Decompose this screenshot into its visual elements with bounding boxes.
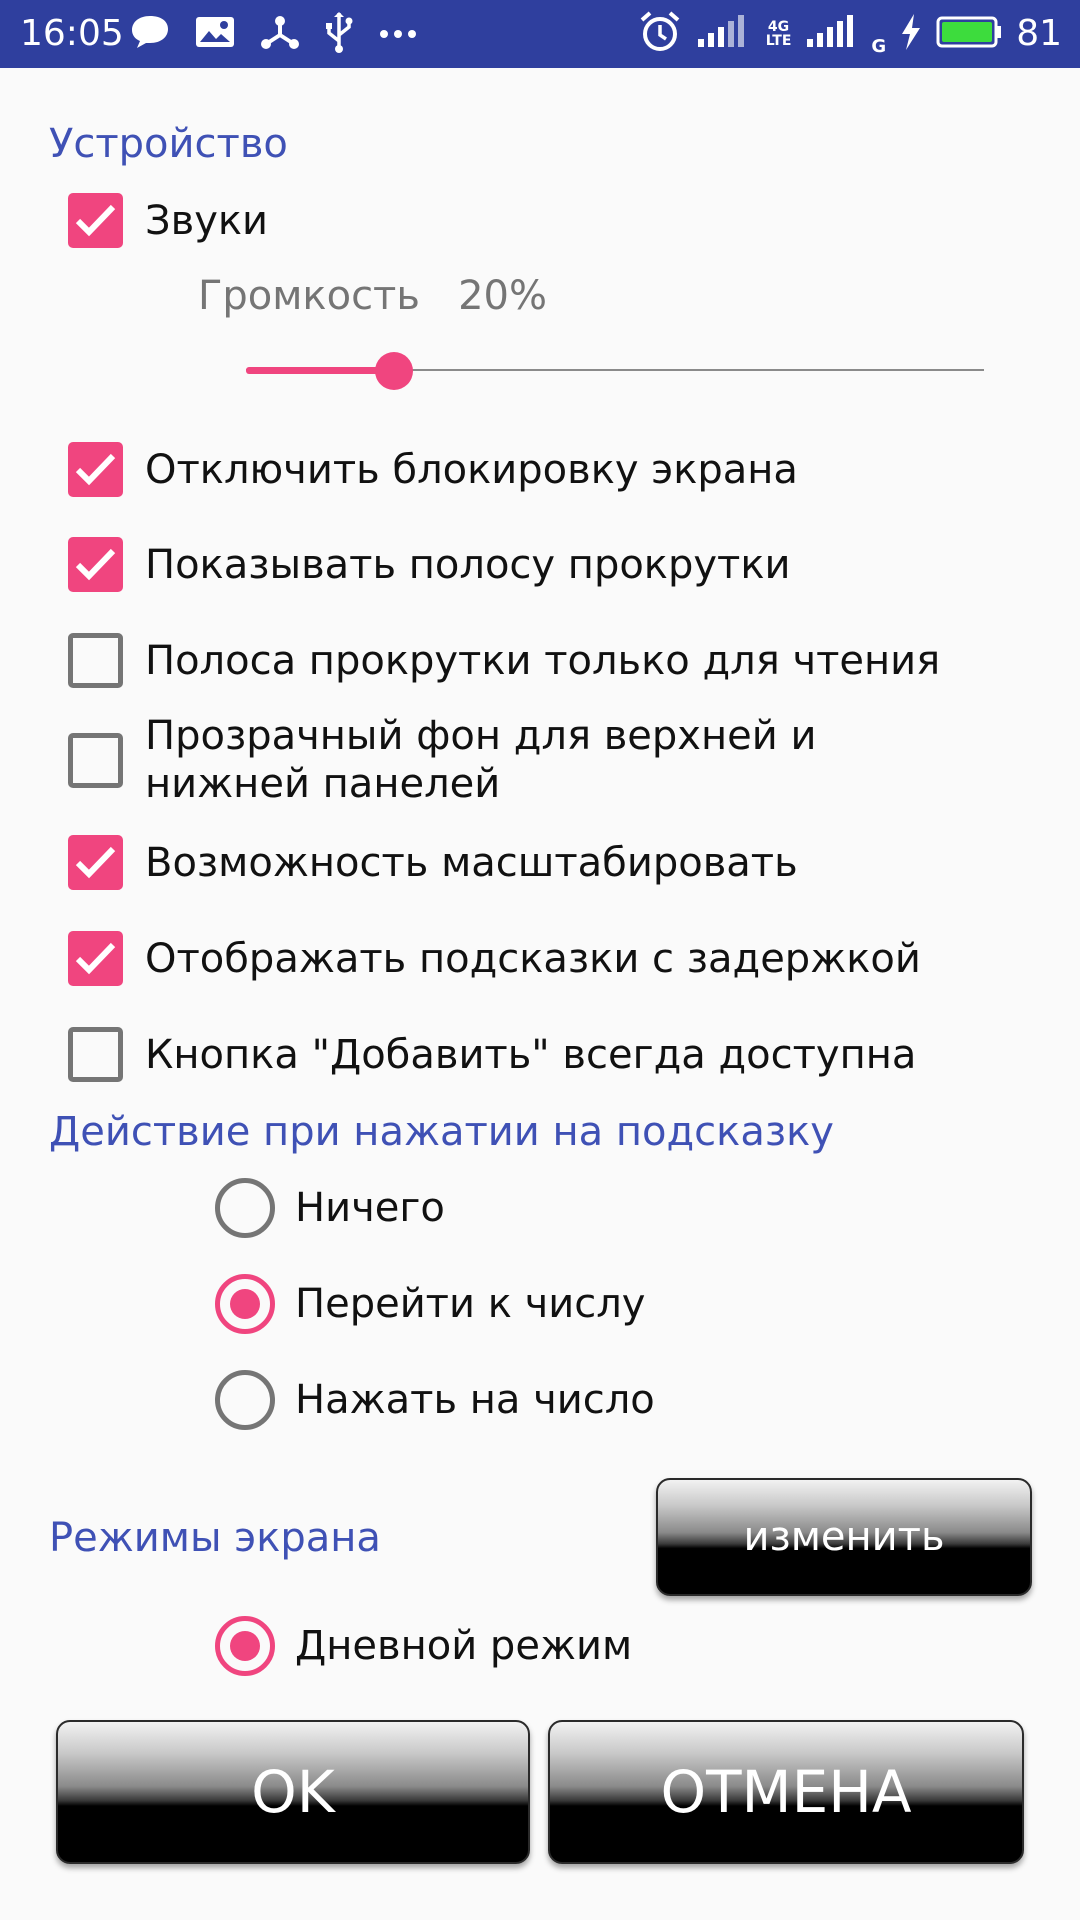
radio-label: Ничего — [295, 1185, 445, 1231]
radio-row-day-mode[interactable]: Дневной режим — [215, 1616, 632, 1676]
option-checkbox[interactable] — [68, 633, 123, 688]
battery-icon — [936, 14, 1002, 54]
network-label-bottom: LTE — [765, 33, 792, 49]
option-label: Полоса прокрутки только для чтения — [145, 637, 941, 684]
radio-row-nothing[interactable]: Ничего — [215, 1178, 445, 1238]
radio-row-go-to-number[interactable]: Перейти к числу — [215, 1274, 645, 1334]
network-label-top: 4G — [767, 19, 790, 35]
option-label: Отображать подсказки с задержкой — [145, 935, 921, 982]
chat-bubble-icon — [130, 14, 170, 54]
radio-button[interactable] — [215, 1178, 275, 1238]
sounds-label: Звуки — [145, 197, 269, 244]
radio-button[interactable] — [215, 1274, 275, 1334]
option-label: Возможность масштабировать — [145, 839, 798, 886]
notification-icons — [130, 11, 418, 57]
slider-fill — [246, 367, 394, 374]
system-icons: 4G LTE G 81 — [638, 10, 1062, 58]
radio-label: Дневной режим — [295, 1623, 633, 1669]
option-checkbox[interactable] — [68, 1027, 123, 1082]
section-title-screen-modes: Режимы экрана — [49, 1515, 381, 1561]
change-mode-button[interactable]: изменить — [656, 1478, 1032, 1596]
volume-title: Громкость — [198, 273, 420, 319]
option-label: Показывать полосу прокрутки — [145, 541, 791, 588]
option-checkbox[interactable] — [68, 442, 123, 497]
signal-icon — [805, 15, 857, 53]
radio-button[interactable] — [215, 1370, 275, 1430]
volume-label: Громкость 20% — [198, 272, 547, 320]
option-label: Прозрачный фон для верхней и нижней пане… — [145, 713, 817, 807]
volume-slider[interactable] — [246, 350, 984, 392]
section-title-device: Устройство — [49, 121, 288, 167]
option-checkbox[interactable] — [68, 537, 123, 592]
network-type: 4G LTE — [766, 20, 792, 48]
option-label: Отключить блокировку экрана — [145, 446, 798, 493]
network-label-g: G — [871, 36, 887, 57]
radio-label: Нажать на число — [295, 1377, 655, 1423]
option-row-disable-lock[interactable]: Отключить блокировку экрана — [68, 442, 798, 497]
status-time: 16:05 — [20, 13, 124, 54]
option-row-hints-delay[interactable]: Отображать подсказки с задержкой — [68, 931, 921, 986]
option-row-show-scrollbar[interactable]: Показывать полосу прокрутки — [68, 537, 791, 592]
option-row-zoom[interactable]: Возможность масштабировать — [68, 835, 798, 890]
usb-icon — [324, 11, 354, 57]
option-row-transparent-panels[interactable]: Прозрачный фон для верхней и нижней пане… — [68, 712, 965, 808]
section-title-hint-action: Действие при нажатии на подсказку — [49, 1109, 834, 1155]
option-checkbox[interactable] — [68, 931, 123, 986]
radio-row-press-number[interactable]: Нажать на число — [215, 1370, 655, 1430]
battery-level: 81 — [1016, 13, 1062, 54]
sounds-checkbox[interactable] — [68, 193, 123, 248]
charging-icon — [900, 12, 922, 56]
status-bar: 16:05 4G LTE G 81 — [0, 0, 1080, 68]
more-dots-icon — [378, 25, 418, 44]
sounds-checkbox-row[interactable]: Звуки — [68, 193, 268, 248]
option-label: Кнопка "Добавить" всегда доступна — [145, 1031, 917, 1078]
option-row-scrollbar-read-only[interactable]: Полоса прокрутки только для чтения — [68, 633, 940, 688]
alarm-icon — [638, 10, 682, 58]
volume-value: 20% — [458, 273, 547, 319]
ok-button[interactable]: OK — [56, 1720, 530, 1864]
radio-button[interactable] — [215, 1616, 275, 1676]
radio-label: Перейти к числу — [295, 1281, 646, 1327]
option-checkbox[interactable] — [68, 835, 123, 890]
option-row-add-button[interactable]: Кнопка "Добавить" всегда доступна — [68, 1027, 916, 1082]
slider-thumb[interactable] — [375, 352, 413, 390]
option-checkbox[interactable] — [68, 732, 123, 788]
share-icon — [260, 13, 300, 55]
signal-icon — [696, 15, 752, 53]
cancel-button[interactable]: ОТМЕНА — [548, 1720, 1024, 1864]
image-icon — [194, 14, 236, 54]
